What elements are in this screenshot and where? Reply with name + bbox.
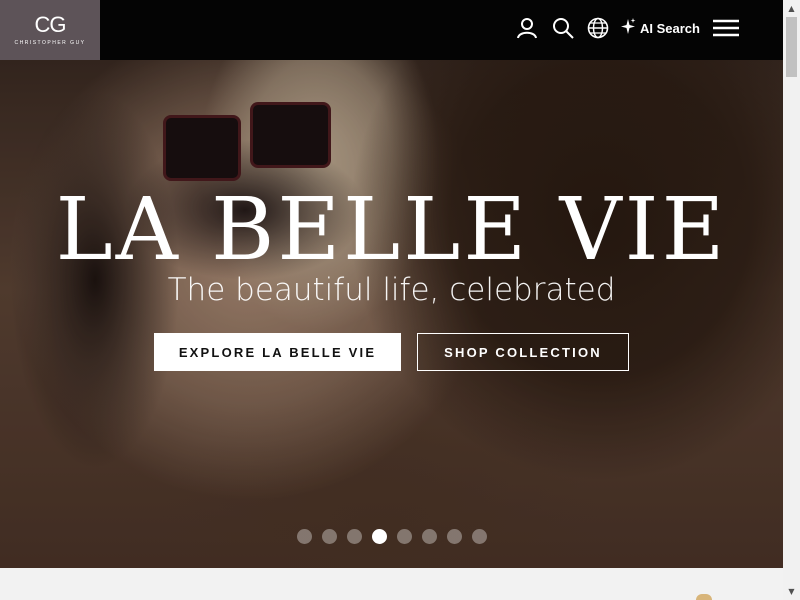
- hero-subtitle: The beautiful life, celebrated: [167, 272, 616, 308]
- scroll-down-icon[interactable]: ▼: [783, 583, 800, 600]
- user-icon[interactable]: [515, 16, 539, 40]
- scrollbar[interactable]: ▲ ▼: [783, 0, 800, 600]
- carousel-dot[interactable]: [472, 529, 487, 544]
- carousel-dot[interactable]: [422, 529, 437, 544]
- hero-title: LA BELLE VIE: [55, 180, 728, 280]
- ai-search-button[interactable]: AI Search: [620, 18, 700, 38]
- brand-logo[interactable]: CG CHRISTOPHER GUY: [0, 0, 100, 60]
- explore-button[interactable]: EXPLORE LA BELLE VIE: [154, 333, 401, 371]
- decorative-icon: [696, 594, 712, 600]
- carousel-dot[interactable]: [372, 529, 387, 544]
- hamburger-menu-icon[interactable]: [712, 16, 740, 40]
- globe-icon[interactable]: [586, 16, 610, 40]
- ai-search-label: AI Search: [640, 20, 700, 36]
- logo-brand-name: CHRISTOPHER GUY: [14, 40, 86, 46]
- search-icon[interactable]: [551, 16, 575, 40]
- hero-banner: LA BELLE VIE The beautiful life, celebra…: [0, 60, 783, 568]
- carousel-dot[interactable]: [347, 529, 362, 544]
- logo-monogram: CG: [34, 12, 67, 37]
- top-navigation-bar: CG CHRISTOPHER GUY AI Search: [0, 0, 783, 60]
- scroll-up-icon[interactable]: ▲: [783, 0, 800, 17]
- carousel-dots: [297, 529, 487, 544]
- scrollbar-thumb[interactable]: [786, 17, 797, 77]
- shop-collection-button[interactable]: SHOP COLLECTION: [417, 333, 629, 371]
- sparkle-icon: [620, 17, 636, 39]
- content-section: [0, 568, 783, 600]
- carousel-dot[interactable]: [397, 529, 412, 544]
- carousel-dot[interactable]: [297, 529, 312, 544]
- carousel-dot[interactable]: [322, 529, 337, 544]
- carousel-dot[interactable]: [447, 529, 462, 544]
- hero-overlay: [0, 60, 783, 568]
